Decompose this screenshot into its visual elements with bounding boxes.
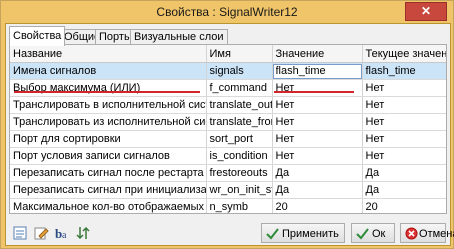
grid-header: Название Имя Значение Текущее значение (10, 45, 446, 63)
apply-button[interactable]: Применить (261, 223, 345, 243)
close-button[interactable]: ✕ (405, 2, 447, 21)
cell-id: translate_out (206, 96, 273, 114)
value-editor-input[interactable] (272, 63, 361, 79)
check-icon (356, 228, 369, 240)
apply-icon (266, 228, 279, 240)
cell-current: Нет (362, 113, 446, 131)
apply-button-label: Применить (282, 228, 339, 240)
cell-name: Имена сигналов (10, 62, 207, 80)
cell-current: Нет (362, 147, 446, 165)
properties-icon[interactable] (12, 225, 28, 241)
column-header-id[interactable]: Имя (206, 45, 273, 63)
cell-current: Нет (362, 79, 446, 97)
column-header-name[interactable]: Название (10, 45, 207, 63)
annotation-underline-name (14, 91, 200, 93)
table-row[interactable]: Максимальное кол-во отображаемых символо… (10, 198, 446, 213)
dialog-body: Свойства Общие Порты Визуальные слои Наз… (5, 23, 454, 246)
column-header-current[interactable]: Текущее значение (362, 45, 446, 63)
sort-icon[interactable] (75, 225, 91, 241)
cell-current: flash_time (362, 62, 446, 80)
cell-name: Выбор максимума (ИЛИ) (10, 79, 207, 97)
annotation-underline-value (274, 91, 354, 93)
cell-value[interactable]: Нет (272, 130, 363, 148)
cell-name: Порт для сортировки (10, 130, 207, 148)
table-row[interactable]: Порт для сортировки sort_port Нет Нет (10, 130, 446, 148)
tab-visual-layers[interactable]: Визуальные слои (130, 29, 228, 45)
tab-properties[interactable]: Свойства (9, 26, 66, 46)
table-row[interactable]: Имена сигналов signals flash_time (10, 62, 446, 80)
properties-dialog: Свойства : SignalWriter12 ✕ Свойства Общ… (0, 0, 454, 249)
svg-text:a: a (62, 230, 67, 241)
title-bar[interactable]: Свойства : SignalWriter12 ✕ (1, 1, 453, 23)
properties-grid[interactable]: Название Имя Значение Текущее значение И… (9, 44, 447, 214)
cell-value[interactable]: Нет (272, 147, 363, 165)
table-row[interactable]: Перезаписать сигнал после рестарта frest… (10, 164, 446, 182)
cell-current: Нет (362, 96, 446, 114)
cell-value[interactable]: Да (272, 181, 363, 199)
cancel-button[interactable]: Отмена (400, 223, 454, 243)
table-row[interactable]: Транслировать в исполнительной системе t… (10, 96, 446, 114)
cell-name: Перезаписать сигнал после рестарта (10, 164, 207, 182)
cell-value[interactable]: Нет (272, 113, 363, 131)
cell-current: 20 (362, 198, 446, 213)
column-header-value[interactable]: Значение (272, 45, 363, 63)
cell-id: sort_port (206, 130, 273, 148)
cell-id: frestoreouts (206, 164, 273, 182)
cell-id: n_symb (206, 198, 273, 213)
table-row[interactable]: Транслировать из исполнительной системы … (10, 113, 446, 131)
cell-value[interactable] (272, 62, 363, 80)
cancel-icon (405, 227, 418, 240)
edit-icon[interactable] (33, 225, 49, 241)
table-row[interactable]: Выбор максимума (ИЛИ) f_command Нет Нет (10, 79, 446, 97)
cell-current: Нет (362, 130, 446, 148)
cell-id: wr_on_init_state (206, 181, 273, 199)
font-icon[interactable]: b a (54, 225, 70, 241)
cell-name: Перезаписать сигнал при инициализации (10, 181, 207, 199)
cell-id: f_command (206, 79, 273, 97)
cell-id: signals (206, 62, 273, 80)
table-row[interactable]: Перезаписать сигнал при инициализации wr… (10, 181, 446, 199)
ok-button[interactable]: Ок (351, 223, 395, 243)
ok-button-label: Ок (372, 228, 386, 240)
cell-current: Да (362, 164, 446, 182)
cell-current: Да (362, 181, 446, 199)
cell-name: Порт условия записи сигналов (10, 147, 207, 165)
cell-value[interactable]: Нет (272, 96, 363, 114)
table-row[interactable]: Порт условия записи сигналов is_conditio… (10, 147, 446, 165)
cell-value[interactable]: Да (272, 164, 363, 182)
cell-id: is_condition (206, 147, 273, 165)
cancel-button-label: Отмена (419, 228, 454, 240)
cell-name: Максимальное кол-во отображаемых символо… (10, 198, 207, 213)
window-title: Свойства : SignalWriter12 (156, 5, 298, 19)
cell-name: Транслировать в исполнительной системе (10, 96, 207, 114)
cell-value[interactable]: Нет (272, 79, 363, 97)
cell-name: Транслировать из исполнительной системы (10, 113, 207, 131)
cell-value[interactable]: 20 (272, 198, 363, 213)
cell-id: translate_from_ (206, 113, 273, 131)
